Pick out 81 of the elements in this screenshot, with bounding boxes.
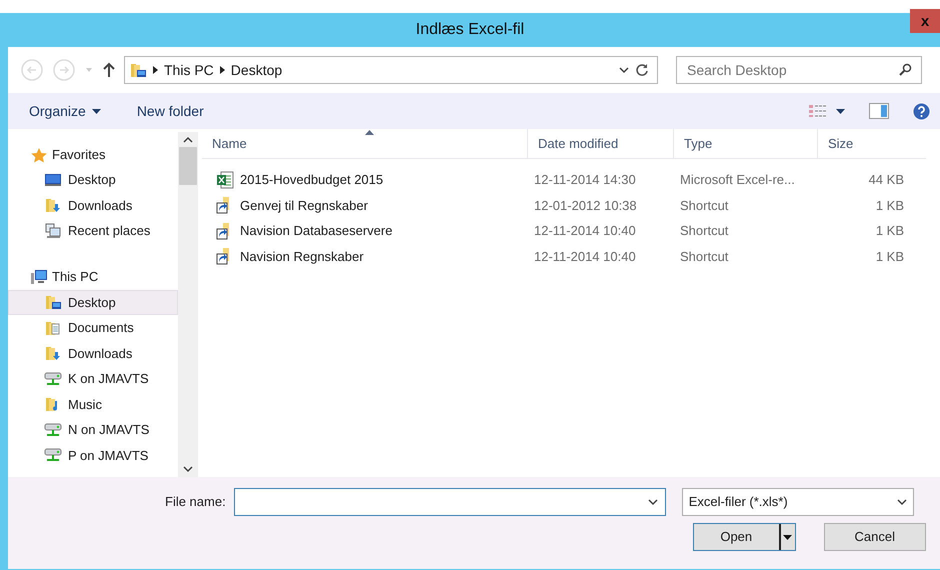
nav-section[interactable]: This PC: [8, 264, 178, 290]
file-row[interactable]: Navision Databaseservere 12-11-2014 10:40 Shortcut 1 KB: [202, 218, 940, 244]
network-drive-icon: [44, 422, 62, 438]
toolbar-button[interactable]: New folder: [136, 100, 204, 122]
file-name: Navision Databaseservere: [240, 222, 392, 240]
computer-icon: [30, 269, 48, 285]
sort-arrow-icon: [364, 130, 374, 135]
breadcrumb[interactable]: This PC: [164, 60, 214, 80]
file-name: Navision Regnskaber: [240, 248, 364, 266]
nav-item[interactable]: N on JMAVTS: [8, 417, 178, 442]
file-row[interactable]: Genvej til Regnskaber 12-01-2012 10:38 Shortcut 1 KB: [202, 192, 940, 218]
search-icon: [899, 63, 912, 76]
breadcrumb-arrow-icon: [153, 66, 158, 74]
folder-download-icon: [44, 345, 62, 362]
folder-documents-icon: [44, 320, 62, 336]
open-button[interactable]: Open: [693, 523, 796, 551]
folder-download-icon: [44, 197, 62, 214]
refresh-icon[interactable]: [635, 63, 649, 77]
scroll-down-icon[interactable]: [183, 466, 193, 473]
nav-item[interactable]: Downloads: [8, 340, 178, 366]
column-header[interactable]: Type: [674, 129, 818, 158]
date-cell-text: 12-01-2012 10:38: [533, 196, 638, 214]
file-name-dropdown-icon[interactable]: [648, 499, 658, 506]
type-cell-text: Shortcut: [679, 248, 730, 266]
size-cell-text: 1 KB: [874, 222, 905, 240]
file-type-dropdown-icon[interactable]: [896, 498, 907, 506]
nav-item[interactable]: P on JMAVTS: [8, 442, 178, 468]
type-cell-text: Microsoft Excel-re...: [679, 171, 796, 189]
date-cell-text: 12-11-2014 10:40: [533, 248, 637, 266]
search-field[interactable]: Search Desktop: [676, 56, 922, 84]
preview-pane-icon[interactable]: [869, 103, 889, 119]
monitor-icon: [44, 172, 62, 188]
file-row[interactable]: Navision Regnskaber 12-11-2014 10:40 Shortcut 1 KB: [202, 244, 940, 269]
column-header[interactable]: Date modified: [528, 129, 674, 158]
file-name-field[interactable]: [234, 488, 666, 516]
address-bar[interactable]: This PC Desktop: [124, 56, 658, 84]
date-cell-text: 12-11-2014 14:30: [533, 171, 637, 189]
file-name-label: File name:: [165, 493, 226, 512]
dropdown-icon[interactable]: [836, 108, 845, 114]
date-cell-text: 12-11-2014 10:40: [533, 222, 637, 240]
scroll-thumb[interactable]: [179, 147, 197, 185]
column-header[interactable]: Name: [202, 129, 528, 158]
file-name: 2015-Hovedbudget 2015: [240, 171, 384, 189]
close-button[interactable]: x: [910, 9, 940, 33]
spreadsheet-icon: [216, 170, 234, 189]
column-header[interactable]: Size: [818, 129, 914, 158]
breadcrumb-arrow-icon: [220, 66, 225, 74]
folder-desktop-icon: [44, 294, 62, 310]
nav-item[interactable]: Desktop: [8, 167, 178, 192]
dropdown-icon: [783, 534, 792, 540]
type-cell-text: Shortcut: [679, 196, 730, 214]
nav-item[interactable]: Documents: [8, 315, 178, 340]
file-type-select[interactable]: Excel-filer (*.xls*): [682, 488, 914, 516]
address-dropdown-icon[interactable]: [619, 66, 629, 74]
nav-item[interactable]: K on JMAVTS: [8, 366, 178, 392]
size-cell-text: 1 KB: [874, 248, 905, 266]
nav-item[interactable]: Desktop: [8, 290, 178, 315]
network-drive-icon: [44, 370, 62, 387]
scroll-up-icon[interactable]: [183, 136, 193, 143]
window-title: Indlæs Excel-fil: [416, 20, 524, 40]
star-icon: [30, 146, 48, 162]
recent-places-icon: [44, 222, 62, 239]
toolbar-button[interactable]: Organize: [29, 100, 101, 122]
cancel-button[interactable]: Cancel: [824, 523, 926, 551]
nav-section[interactable]: Favorites: [8, 142, 178, 167]
up-arrow-icon[interactable]: [102, 62, 116, 78]
breadcrumb[interactable]: Desktop: [230, 60, 282, 80]
nav-item[interactable]: Music: [8, 392, 178, 417]
nav-item[interactable]: Downloads: [8, 192, 178, 218]
file-name: Genvej til Regnskaber: [240, 196, 368, 215]
view-list-icon[interactable]: [808, 104, 828, 118]
type-cell-text: Shortcut: [679, 222, 730, 240]
size-cell-text: 44 KB: [868, 171, 905, 189]
folder-desktop-icon: [129, 62, 147, 78]
scrollbar[interactable]: [178, 132, 198, 477]
dropdown-icon: [92, 108, 101, 114]
file-row[interactable]: 2015-Hovedbudget 2015 12-11-2014 14:30 Microsoft Excel-re... 44 KB: [202, 167, 940, 192]
size-cell-text: 1 KB: [874, 196, 905, 214]
help-icon[interactable]: [913, 102, 930, 120]
nav-item[interactable]: Recent places: [8, 218, 178, 244]
network-drive-icon: [44, 447, 62, 464]
